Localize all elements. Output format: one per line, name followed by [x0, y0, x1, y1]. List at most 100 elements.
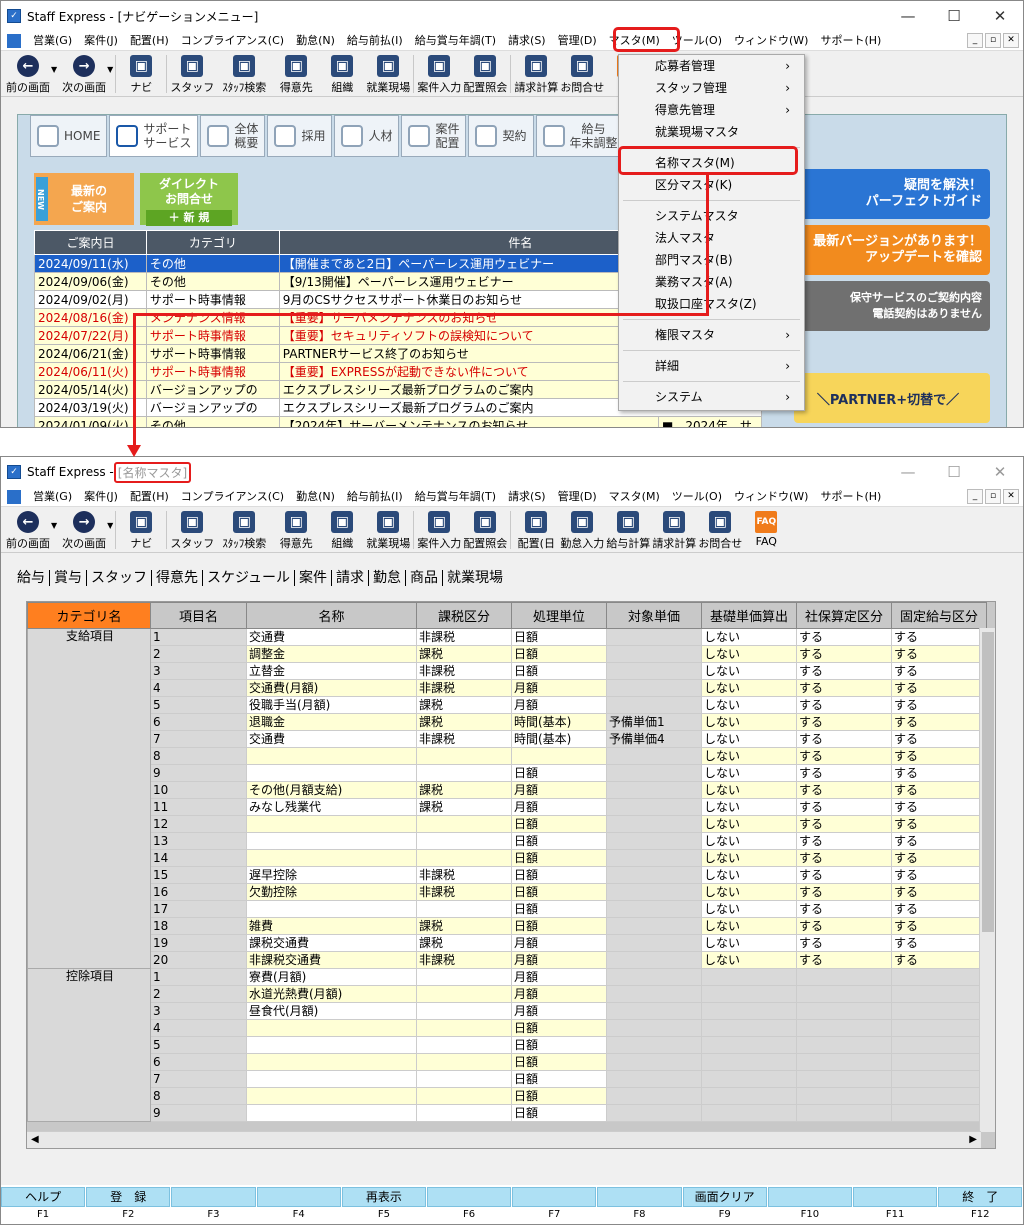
- cell[interactable]: 日額: [511, 662, 607, 680]
- cell[interactable]: する: [891, 645, 987, 663]
- cell[interactable]: 交通費: [246, 730, 417, 748]
- menu-item-10[interactable]: ツール(O): [666, 487, 728, 507]
- cell[interactable]: する: [891, 866, 987, 884]
- toolbar-button-11[interactable]: ▣ 勤怠入力: [559, 507, 605, 553]
- dropdown-item-7[interactable]: 法人マスタ: [619, 227, 804, 249]
- scroll-right-icon[interactable]: ▶: [969, 1134, 977, 1145]
- mdi-close-icon[interactable]: ✕: [1003, 489, 1019, 504]
- cell[interactable]: 非課税交通費: [246, 951, 417, 969]
- cell[interactable]: 課税: [416, 696, 512, 714]
- cell[interactable]: する: [891, 934, 987, 952]
- cell[interactable]: 8: [150, 1087, 247, 1105]
- menu-item-11[interactable]: ウィンドウ(W): [728, 487, 814, 507]
- cell[interactable]: [796, 1036, 892, 1054]
- cell[interactable]: 4: [150, 679, 247, 697]
- table-row[interactable]: 6 退職金 課税 時間(基本) 予備単価1 しない する する: [28, 713, 987, 731]
- menu-item-8[interactable]: 管理(D): [552, 487, 603, 507]
- cell[interactable]: する: [891, 951, 987, 969]
- cell[interactable]: [891, 1036, 987, 1054]
- cell[interactable]: 調整金: [246, 645, 417, 663]
- cell[interactable]: 寮費(月額): [246, 968, 417, 986]
- menu-item-6[interactable]: 給与賞与年調(T): [409, 487, 502, 507]
- cell[interactable]: する: [796, 662, 892, 680]
- table-row[interactable]: 12 日額 しない する する: [28, 815, 987, 833]
- menu-item-3[interactable]: コンプライアンス(C): [175, 31, 290, 51]
- column-header-1[interactable]: 項目名: [150, 602, 247, 629]
- cell[interactable]: [416, 985, 512, 1003]
- cell[interactable]: 月額: [511, 798, 607, 816]
- cell[interactable]: する: [891, 917, 987, 935]
- cell[interactable]: 6: [150, 713, 247, 731]
- menu-item-4[interactable]: 勤怠(N): [290, 31, 341, 51]
- cell[interactable]: する: [891, 900, 987, 918]
- function-key-f10[interactable]: F10: [767, 1187, 852, 1223]
- menu-item-5[interactable]: 給与前払(I): [341, 31, 409, 51]
- perfect-guide-banner[interactable]: 疑問を解決！ パーフェクトガイド: [794, 169, 990, 219]
- cell[interactable]: [701, 1036, 797, 1054]
- nav-tab-0[interactable]: HOME: [30, 115, 108, 157]
- cell[interactable]: 9: [150, 1104, 247, 1122]
- cell[interactable]: [606, 985, 702, 1003]
- mdi-restore-icon[interactable]: ▫: [985, 489, 1001, 504]
- cell[interactable]: [796, 1053, 892, 1071]
- table-row[interactable]: 4 交通費(月額) 非課税 月額 しない する する: [28, 679, 987, 697]
- table-row[interactable]: 4 日額: [28, 1019, 987, 1037]
- toolbar-button-11[interactable]: ▣ お問合せ: [559, 51, 605, 97]
- menu-item-1[interactable]: 案件(J): [78, 31, 124, 51]
- cell[interactable]: 非課税: [416, 866, 512, 884]
- cell[interactable]: しない: [701, 900, 797, 918]
- cell[interactable]: 課税: [416, 781, 512, 799]
- cell[interactable]: [891, 968, 987, 986]
- toolbar-button-7[interactable]: ▣ 就業現場: [365, 51, 411, 97]
- dropdown-item-13[interactable]: システム ›: [619, 386, 804, 408]
- cell[interactable]: [796, 1002, 892, 1020]
- menu-item-8[interactable]: 管理(D): [552, 31, 603, 51]
- cell[interactable]: する: [796, 730, 892, 748]
- toolbar-button-12[interactable]: ▣ 給与計算: [605, 507, 651, 553]
- menu-item-6[interactable]: 給与賞与年調(T): [409, 31, 502, 51]
- cell[interactable]: [606, 815, 702, 833]
- column-header-3[interactable]: 課税区分: [416, 602, 512, 629]
- cell[interactable]: 月額: [511, 1002, 607, 1020]
- minimize-button[interactable]: —: [885, 457, 931, 487]
- cell[interactable]: 課税: [416, 713, 512, 731]
- toolbar-button-1[interactable]: → 次の画面: [57, 507, 111, 553]
- table-row[interactable]: 5 日額: [28, 1036, 987, 1054]
- menu-item-9[interactable]: マスタ(M): [603, 487, 666, 507]
- tab-4[interactable]: スケジュール: [203, 570, 296, 586]
- tab-9[interactable]: 就業現場: [443, 570, 507, 586]
- maintenance-contract-banner[interactable]: 保守サービスのご契約内容 電話契約はありません: [794, 281, 990, 331]
- mdi-minimize-icon[interactable]: _: [967, 33, 983, 48]
- toolbar-button-0[interactable]: ← 前の画面: [1, 507, 55, 553]
- dropdown-caret-icon[interactable]: ▼: [107, 65, 113, 74]
- menu-item-12[interactable]: サポート(H): [814, 31, 887, 51]
- cell[interactable]: [891, 1070, 987, 1088]
- toolbar-button-5[interactable]: ▣ 得意先: [273, 51, 319, 97]
- dropdown-item-11[interactable]: 権限マスタ ›: [619, 324, 804, 346]
- cell[interactable]: [891, 1002, 987, 1020]
- column-header-2[interactable]: 名称: [246, 602, 417, 629]
- cell[interactable]: 3: [150, 662, 247, 680]
- toolbar-button-10[interactable]: ▣ 配置(日: [513, 507, 559, 553]
- function-key-f11[interactable]: F11: [853, 1187, 938, 1223]
- cell[interactable]: 日額: [511, 849, 607, 867]
- cell[interactable]: する: [891, 815, 987, 833]
- toolbar-button-15[interactable]: FAQ FAQ: [743, 507, 789, 553]
- toolbar-button-14[interactable]: ▣ お問合せ: [697, 507, 743, 553]
- cell[interactable]: 日額: [511, 1104, 607, 1122]
- cell[interactable]: 月額: [511, 951, 607, 969]
- close-button[interactable]: ✕: [977, 1, 1023, 31]
- menu-item-7[interactable]: 請求(S): [502, 31, 552, 51]
- cell[interactable]: 交通費: [246, 628, 417, 646]
- column-header-8[interactable]: 固定給与区分: [891, 602, 987, 629]
- cell[interactable]: 予備単価1: [606, 713, 702, 731]
- cell[interactable]: しない: [701, 781, 797, 799]
- cell[interactable]: する: [891, 696, 987, 714]
- cell[interactable]: 非課税: [416, 883, 512, 901]
- cell[interactable]: 月額: [511, 985, 607, 1003]
- table-row[interactable]: 2 水道光熱費(月額) 月額: [28, 985, 987, 1003]
- cell[interactable]: 15: [150, 866, 247, 884]
- cell[interactable]: みなし残業代: [246, 798, 417, 816]
- cell[interactable]: [796, 1070, 892, 1088]
- latest-news-button[interactable]: NEW 最新の ご案内: [34, 173, 134, 225]
